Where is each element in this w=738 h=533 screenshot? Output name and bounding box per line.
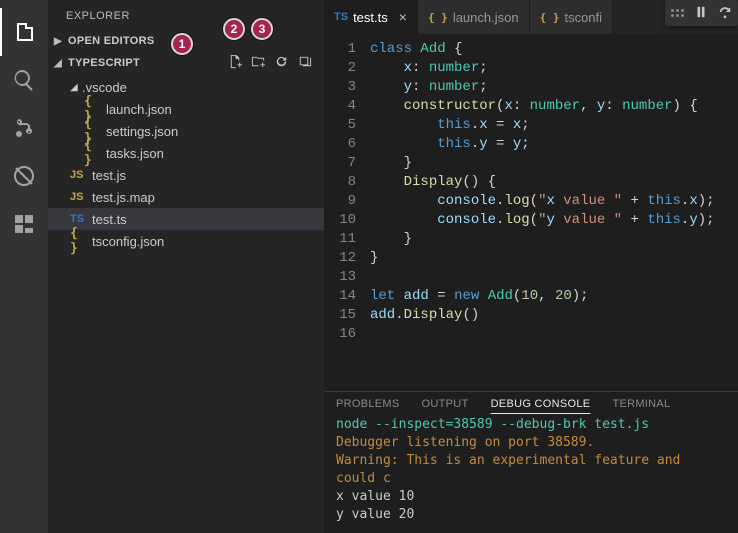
file-tree: ◢.vscode{ }launch.json{ }settings.json{ … [48, 74, 324, 254]
activity-debug[interactable] [0, 152, 48, 200]
chevron-right-icon: ▶ [54, 36, 64, 47]
open-editors-header[interactable]: ▶ OPEN EDITORS [48, 30, 324, 52]
panel-tab[interactable]: OUTPUT [422, 398, 469, 410]
ts-file-icon: TS [70, 213, 88, 225]
panel-tabs: PROBLEMS OUTPUT DEBUG CONSOLE TERMINAL [324, 392, 738, 416]
bottom-panel: PROBLEMS OUTPUT DEBUG CONSOLE TERMINAL node… [324, 391, 738, 533]
console-line: Debugger listening on port 38589. [336, 434, 726, 452]
js-file-icon: JS [70, 169, 88, 181]
brace-file-icon: { } [428, 11, 448, 24]
folder-header[interactable]: ◢ TYPESCRIPT [48, 52, 324, 74]
activity-scm[interactable] [0, 104, 48, 152]
brace-file-icon: { } [540, 11, 560, 24]
file-item[interactable]: { }tasks.json [48, 142, 324, 164]
open-editors-label: OPEN EDITORS [68, 35, 318, 47]
ts-file-icon: TS [334, 11, 348, 23]
code-editor[interactable]: 12345678910111213141516 class Add { x: n… [324, 34, 738, 391]
debug-toolbar[interactable] [665, 0, 738, 26]
debug-console-output[interactable]: node --inspect=38589 --debug-brk test.js… [324, 416, 738, 533]
drag-handle-icon[interactable] [671, 9, 684, 17]
console-line: Warning: This is an experimental feature… [336, 452, 726, 488]
chevron-down-icon: ◢ [54, 58, 64, 69]
console-line: node --inspect=38589 --debug-brk test.js [336, 416, 726, 434]
close-icon[interactable]: × [399, 9, 407, 25]
file-item[interactable]: TStest.ts [48, 208, 324, 230]
editor-area: TStest.ts×{ }launch.json{ }tsconfi 12345… [324, 0, 738, 533]
panel-tab[interactable]: TERMINAL [612, 398, 670, 410]
sidebar: EXPLORER ▶ OPEN EDITORS ◢ TYPESCRIPT ◢.v… [48, 0, 324, 533]
new-folder-icon[interactable] [251, 54, 266, 72]
editor-tabs: TStest.ts×{ }launch.json{ }tsconfi [324, 0, 738, 34]
activity-bar [0, 0, 48, 533]
activity-explorer[interactable] [0, 8, 48, 56]
pause-icon[interactable] [694, 5, 708, 22]
panel-tab[interactable]: PROBLEMS [336, 398, 400, 410]
folder-label: TYPESCRIPT [68, 57, 228, 69]
code-body[interactable]: class Add { x: number; y: number; constr… [370, 40, 738, 391]
console-line: x value 10 [336, 488, 726, 506]
editor-tab[interactable]: TStest.ts× [324, 0, 418, 34]
activity-extensions[interactable] [0, 200, 48, 248]
collapse-all-icon[interactable] [297, 54, 312, 72]
brace-file-icon: { } [84, 138, 102, 168]
js-file-icon: JS [70, 191, 88, 203]
console-line: y value 20 [336, 506, 726, 524]
activity-search[interactable] [0, 56, 48, 104]
new-file-icon[interactable] [228, 54, 243, 72]
editor-tab[interactable]: { }tsconfi [530, 0, 613, 34]
brace-file-icon: { } [70, 226, 88, 256]
file-item[interactable]: { }tsconfig.json [48, 230, 324, 252]
sidebar-title: EXPLORER [48, 0, 324, 30]
chevron-down-icon: ◢ [70, 82, 82, 93]
file-item[interactable]: JStest.js.map [48, 186, 324, 208]
refresh-icon[interactable] [274, 54, 289, 72]
editor-tab[interactable]: { }launch.json [418, 0, 530, 34]
panel-tab[interactable]: DEBUG CONSOLE [491, 398, 591, 410]
step-over-icon[interactable] [718, 5, 732, 22]
line-gutter: 12345678910111213141516 [324, 40, 370, 391]
